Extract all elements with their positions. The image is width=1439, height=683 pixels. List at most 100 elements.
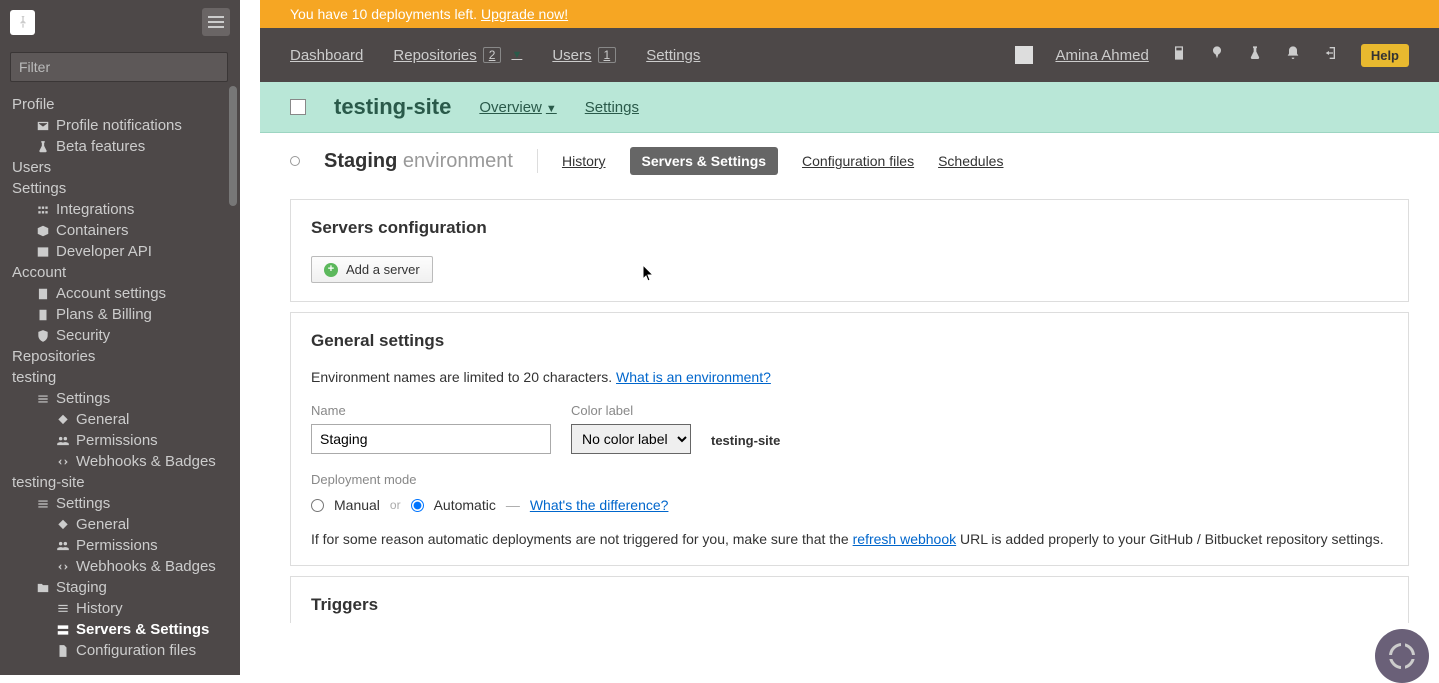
sidebar-item-testing-general[interactable]: General [12, 409, 240, 430]
env-note: Environment names are limited to 20 char… [311, 369, 1388, 385]
user-count-badge: 1 [598, 47, 617, 63]
username-link[interactable]: Amina Ahmed [1055, 47, 1148, 64]
add-server-button[interactable]: + Add a server [311, 256, 433, 283]
repo-count-badge: 2 [483, 47, 502, 63]
sidebar-item-staging-config[interactable]: Configuration files [12, 640, 240, 661]
deploy-icon[interactable] [1209, 45, 1225, 66]
refresh-webhook-link[interactable]: refresh webhook [853, 531, 957, 547]
menu-button[interactable] [202, 8, 230, 36]
upgrade-banner: You have 10 deployments left. Upgrade no… [260, 0, 1439, 28]
building-icon [36, 287, 50, 301]
repo-overview-link[interactable]: Overview▼ [479, 99, 556, 116]
sidebar-item-account[interactable]: Account [12, 262, 240, 283]
env-marker-icon [290, 156, 300, 166]
sidebar-item-security[interactable]: Security [12, 325, 240, 346]
sidebar-item-users[interactable]: Users [12, 157, 240, 178]
nav-users[interactable]: Users 1 [552, 47, 616, 64]
sidebar-item-containers[interactable]: Containers [12, 220, 240, 241]
tab-schedules[interactable]: Schedules [938, 153, 1003, 169]
sidebar-item-ts-permissions[interactable]: Permissions [12, 535, 240, 556]
nav-settings[interactable]: Settings [646, 47, 700, 64]
tab-history[interactable]: History [562, 153, 606, 169]
sidebar-item-testing-permissions[interactable]: Permissions [12, 430, 240, 451]
plus-icon: + [324, 263, 338, 277]
servers-panel: Servers configuration + Add a server [290, 199, 1409, 302]
mode-label: Deployment mode [311, 472, 1388, 487]
list-icon [56, 602, 70, 616]
sidebar: Profile Profile notifications Beta featu… [0, 0, 240, 675]
people-icon [56, 434, 70, 448]
env-title: Staging environment [324, 150, 513, 173]
menu-icon [208, 16, 224, 18]
main-content: You have 10 deployments left. Upgrade no… [260, 0, 1439, 675]
integrations-icon [36, 203, 50, 217]
whats-difference-link[interactable]: What's the difference? [530, 497, 669, 513]
server-icon [56, 623, 70, 637]
nav-dashboard[interactable]: Dashboard [290, 47, 363, 64]
repo-checkbox[interactable] [290, 99, 306, 115]
avatar [1015, 46, 1033, 64]
sidebar-item-staging[interactable]: Staging [12, 577, 240, 598]
sliders-icon [36, 497, 50, 511]
sidebar-item-devapi[interactable]: Developer API [12, 241, 240, 262]
sidebar-item-billing[interactable]: Plans & Billing [12, 304, 240, 325]
logout-icon[interactable] [1323, 45, 1339, 66]
terminal-icon [36, 245, 50, 259]
containers-icon [36, 224, 50, 238]
mail-icon [36, 119, 50, 133]
repo-settings-link[interactable]: Settings [585, 99, 639, 116]
sidebar-item-beta[interactable]: Beta features [12, 136, 240, 157]
shield-icon [36, 329, 50, 343]
filter-input[interactable] [10, 52, 228, 82]
name-input[interactable] [311, 424, 551, 454]
billing-icon [36, 308, 50, 322]
sidebar-item-repositories[interactable]: Repositories [12, 346, 240, 367]
code-icon [56, 560, 70, 574]
mode-manual-label: Manual [334, 497, 380, 513]
pin-button[interactable] [10, 10, 35, 35]
calculator-icon[interactable] [1171, 45, 1187, 66]
sidebar-item-testing-site[interactable]: testing-site [12, 472, 240, 493]
sliders-icon [36, 392, 50, 406]
mode-manual-radio[interactable] [311, 499, 324, 512]
sidebar-item-testing[interactable]: testing [12, 367, 240, 388]
general-heading: General settings [311, 331, 1388, 351]
people-icon [56, 539, 70, 553]
nav-repositories[interactable]: Repositories 2 ▼ [393, 47, 522, 64]
color-select[interactable]: No color label [571, 424, 691, 454]
sidebar-nav: Profile Profile notifications Beta featu… [0, 90, 240, 675]
sidebar-item-profile[interactable]: Profile [12, 94, 240, 115]
sidebar-item-testing-webhooks[interactable]: Webhooks & Badges [12, 451, 240, 472]
sidebar-item-ts-general[interactable]: General [12, 514, 240, 535]
sidebar-item-account-settings[interactable]: Account settings [12, 283, 240, 304]
lifering-icon [1389, 643, 1415, 669]
sidebar-item-staging-history[interactable]: History [12, 598, 240, 619]
name-label: Name [311, 403, 551, 418]
sidebar-item-profile-notifications[interactable]: Profile notifications [12, 115, 240, 136]
diamond-icon [56, 413, 70, 427]
repo-header: testing-site Overview▼ Settings [260, 82, 1439, 133]
tab-config-files[interactable]: Configuration files [802, 153, 914, 169]
color-label: Color label [571, 403, 691, 418]
sidebar-item-settings[interactable]: Settings [12, 178, 240, 199]
sidebar-item-testing-settings[interactable]: Settings [12, 388, 240, 409]
repo-name-label: testing-site [711, 433, 780, 454]
upgrade-link[interactable]: Upgrade now! [481, 6, 568, 22]
chevron-down-icon: ▼ [511, 49, 522, 61]
sidebar-scrollbar[interactable] [229, 86, 237, 206]
pin-icon [15, 14, 31, 30]
mode-or: or [390, 498, 401, 512]
sidebar-item-integrations[interactable]: Integrations [12, 199, 240, 220]
sidebar-item-testingsite-settings[interactable]: Settings [12, 493, 240, 514]
tab-servers-settings[interactable]: Servers & Settings [630, 147, 779, 175]
bell-icon[interactable] [1285, 45, 1301, 66]
general-panel: General settings Environment names are l… [290, 312, 1409, 566]
sidebar-item-ts-webhooks[interactable]: Webhooks & Badges [12, 556, 240, 577]
chevron-down-icon: ▼ [546, 103, 557, 115]
mode-auto-radio[interactable] [411, 499, 424, 512]
flask-icon[interactable] [1247, 45, 1263, 66]
what-is-env-link[interactable]: What is an environment? [616, 369, 771, 385]
sidebar-item-staging-servers[interactable]: Servers & Settings [12, 619, 240, 640]
help-button[interactable]: Help [1361, 44, 1409, 67]
servers-heading: Servers configuration [311, 218, 1388, 238]
